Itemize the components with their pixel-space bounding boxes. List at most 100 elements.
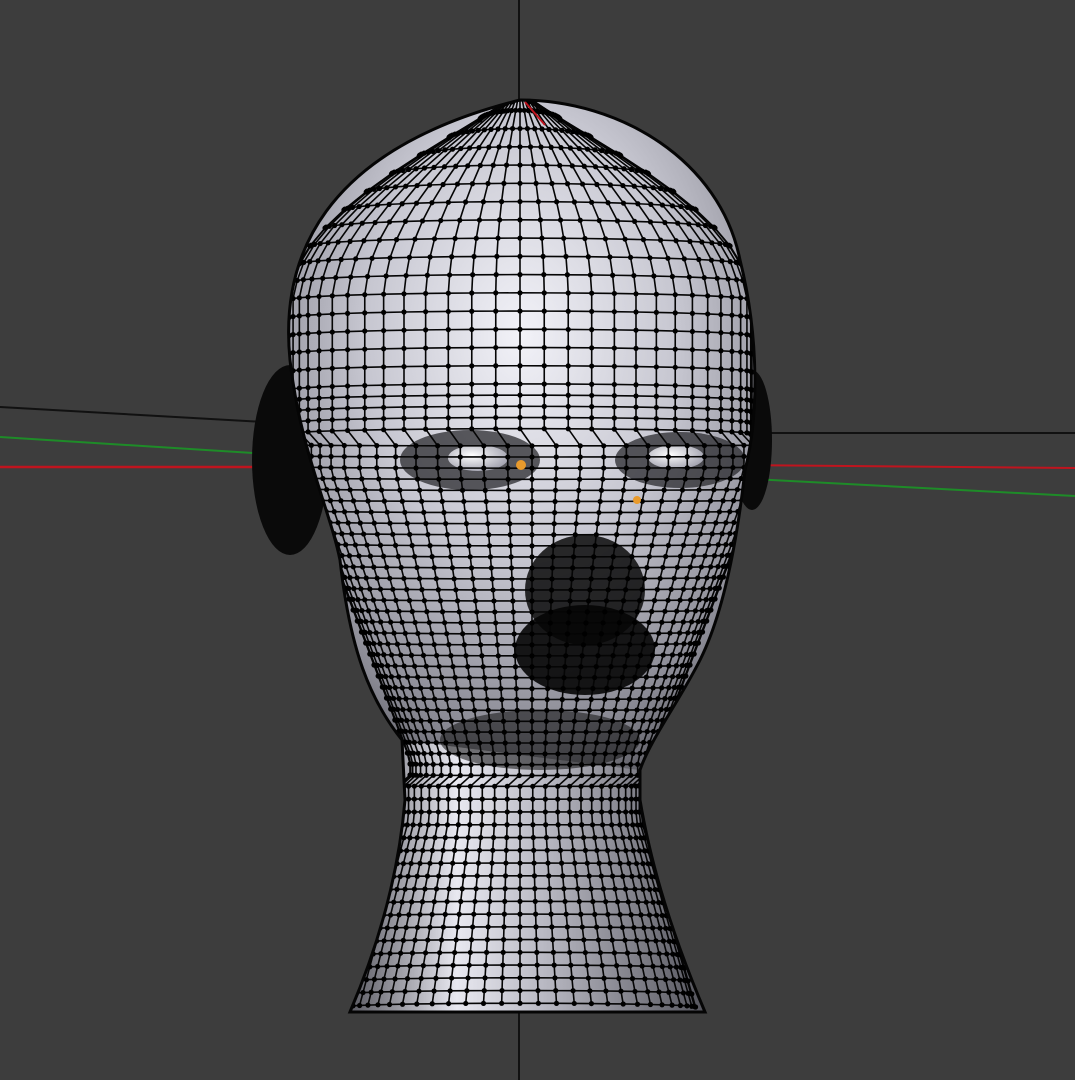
mesh-vertex[interactable]: [650, 728, 657, 735]
mesh-vertex[interactable]: [574, 696, 580, 703]
mesh-vertex[interactable]: [623, 796, 629, 802]
mesh-vertex[interactable]: [642, 976, 648, 982]
mesh-vertex[interactable]: [541, 426, 547, 432]
mesh-vertex[interactable]: [465, 163, 471, 169]
mesh-vertex[interactable]: [513, 91, 518, 96]
mesh-vertex[interactable]: [577, 476, 583, 482]
mesh-vertex[interactable]: [621, 718, 627, 724]
mesh-vertex[interactable]: [423, 290, 429, 297]
mesh-vertex[interactable]: [717, 442, 723, 449]
mesh-vertex[interactable]: [689, 991, 695, 997]
mesh-vertex[interactable]: [686, 221, 692, 227]
mesh-vertex[interactable]: [395, 553, 401, 560]
mesh-vertex[interactable]: [343, 564, 349, 570]
mesh-vertex[interactable]: [431, 988, 437, 994]
mesh-vertex[interactable]: [493, 426, 499, 432]
mesh-vertex[interactable]: [415, 750, 421, 756]
mesh-vertex[interactable]: [558, 860, 565, 866]
mesh-vertex[interactable]: [687, 520, 693, 526]
mesh-vertex[interactable]: [672, 328, 678, 334]
mesh-vertex[interactable]: [601, 772, 607, 779]
mesh-vertex[interactable]: [724, 487, 730, 493]
mesh-vertex[interactable]: [530, 822, 536, 828]
mesh-vertex[interactable]: [671, 189, 677, 195]
mesh-vertex[interactable]: [392, 184, 399, 190]
mesh-vertex[interactable]: [650, 685, 656, 691]
mesh-vertex[interactable]: [570, 554, 577, 560]
mesh-vertex[interactable]: [546, 873, 552, 879]
mesh-vertex[interactable]: [680, 542, 687, 548]
mesh-vertex[interactable]: [395, 809, 401, 815]
mesh-vertex[interactable]: [470, 696, 476, 702]
mesh-vertex[interactable]: [579, 181, 586, 187]
mesh-vertex[interactable]: [555, 809, 561, 815]
mesh-vertex[interactable]: [486, 911, 492, 917]
mesh-vertex[interactable]: [378, 619, 384, 625]
mesh-vertex[interactable]: [413, 443, 419, 449]
mesh-vertex[interactable]: [655, 696, 661, 702]
mesh-vertex[interactable]: [435, 962, 441, 969]
mesh-vertex[interactable]: [645, 465, 651, 471]
mesh-vertex[interactable]: [627, 835, 633, 841]
mesh-vertex[interactable]: [553, 454, 559, 460]
mesh-vertex[interactable]: [461, 642, 467, 648]
mesh-vertex[interactable]: [635, 520, 641, 527]
mesh-vertex[interactable]: [437, 718, 443, 724]
mesh-vertex[interactable]: [669, 203, 676, 209]
mesh-vertex[interactable]: [565, 415, 571, 421]
mesh-vertex[interactable]: [529, 487, 535, 494]
mesh-vertex[interactable]: [634, 609, 640, 615]
mesh-vertex[interactable]: [387, 255, 393, 261]
mesh-vertex[interactable]: [654, 717, 660, 724]
mesh-vertex[interactable]: [445, 327, 451, 333]
mesh-vertex[interactable]: [333, 563, 340, 569]
mesh-vertex[interactable]: [504, 834, 510, 841]
mesh-vertex[interactable]: [691, 630, 697, 636]
mesh-vertex[interactable]: [405, 783, 412, 789]
mesh-vertex[interactable]: [653, 938, 659, 944]
mesh-vertex[interactable]: [474, 873, 480, 879]
head-mesh[interactable]: [285, 89, 766, 1014]
mesh-vertex[interactable]: [640, 237, 647, 243]
mesh-vertex[interactable]: [480, 199, 486, 205]
mesh-vertex[interactable]: [689, 427, 696, 434]
mesh-vertex[interactable]: [589, 822, 596, 828]
mesh-vertex[interactable]: [385, 861, 391, 867]
mesh-vertex[interactable]: [325, 240, 331, 246]
mesh-vertex[interactable]: [418, 783, 424, 789]
mesh-vertex[interactable]: [529, 718, 535, 724]
mesh-vertex[interactable]: [565, 308, 571, 314]
mesh-vertex[interactable]: [637, 750, 643, 757]
mesh-vertex[interactable]: [585, 254, 591, 260]
mesh-vertex[interactable]: [375, 912, 381, 919]
mesh-vertex[interactable]: [393, 597, 399, 603]
mesh-vertex[interactable]: [493, 363, 499, 369]
mesh-vertex[interactable]: [555, 796, 561, 802]
mesh-vertex[interactable]: [571, 199, 578, 205]
mesh-vertex[interactable]: [635, 201, 641, 207]
mesh-vertex[interactable]: [371, 520, 377, 526]
mesh-vertex[interactable]: [469, 326, 475, 333]
mesh-vertex[interactable]: [701, 442, 708, 449]
mesh-vertex[interactable]: [357, 520, 363, 526]
mesh-vertex[interactable]: [394, 476, 401, 482]
mesh-vertex[interactable]: [541, 414, 547, 421]
mesh-vertex[interactable]: [612, 886, 618, 892]
mesh-vertex[interactable]: [457, 454, 463, 460]
mesh-vertex[interactable]: [594, 924, 600, 930]
mesh-vertex[interactable]: [443, 696, 450, 702]
mesh-vertex[interactable]: [550, 949, 557, 955]
mesh-vertex[interactable]: [529, 772, 535, 779]
mesh-vertex[interactable]: [315, 258, 321, 264]
mesh-vertex[interactable]: [483, 498, 489, 505]
mesh-vertex[interactable]: [501, 924, 507, 930]
mesh-vertex[interactable]: [597, 718, 604, 724]
mesh-vertex[interactable]: [653, 976, 659, 982]
mesh-vertex[interactable]: [344, 383, 351, 389]
mesh-vertex[interactable]: [425, 937, 431, 943]
mesh-vertex[interactable]: [593, 532, 599, 538]
mesh-vertex[interactable]: [466, 145, 473, 151]
mesh-vertex[interactable]: [367, 630, 373, 636]
mesh-vertex[interactable]: [611, 381, 617, 388]
mesh-vertex[interactable]: [465, 975, 471, 981]
